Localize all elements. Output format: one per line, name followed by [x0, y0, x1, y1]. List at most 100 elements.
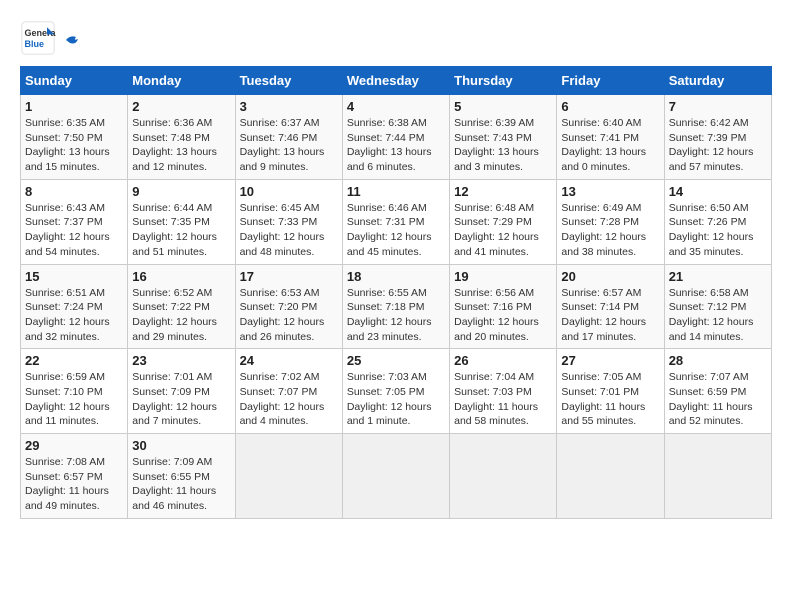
day-number: 28	[669, 353, 767, 368]
day-info: Sunrise: 6:45 AM Sunset: 7:33 PM Dayligh…	[240, 201, 338, 260]
calendar-cell-26: 26Sunrise: 7:04 AM Sunset: 7:03 PM Dayli…	[450, 349, 557, 434]
day-info: Sunrise: 6:44 AM Sunset: 7:35 PM Dayligh…	[132, 201, 230, 260]
column-header-saturday: Saturday	[664, 67, 771, 95]
calendar-cell-7: 7 Sunrise: 6:42 AM Sunset: 7:39 PM Daylig…	[664, 95, 771, 180]
calendar-week-4: 22Sunrise: 6:59 AM Sunset: 7:10 PM Dayli…	[21, 349, 772, 434]
day-number: 29	[25, 438, 123, 453]
day-info: Sunrise: 6:42 AM Sunset: 7:39 PM Dayligh…	[669, 116, 767, 175]
calendar-cell-empty	[450, 434, 557, 519]
calendar-cell-1: 1 Sunrise: 6:35 AM Sunset: 7:50 PM Daylig…	[21, 95, 128, 180]
calendar-cell-4: 4 Sunrise: 6:38 AM Sunset: 7:44 PM Daylig…	[342, 95, 449, 180]
day-info: Sunrise: 6:50 AM Sunset: 7:26 PM Dayligh…	[669, 201, 767, 260]
day-info: Sunrise: 6:48 AM Sunset: 7:29 PM Dayligh…	[454, 201, 552, 260]
calendar-table: SundayMondayTuesdayWednesdayThursdayFrid…	[20, 66, 772, 519]
day-number: 14	[669, 184, 767, 199]
calendar-cell-3: 3Sunrise: 6:37 AM Sunset: 7:46 PM Daylig…	[235, 95, 342, 180]
day-number: 12	[454, 184, 552, 199]
calendar-week-3: 15 Sunrise: 6:51 AM Sunset: 7:24 PM Dayli…	[21, 264, 772, 349]
day-info: Sunrise: 7:04 AM Sunset: 7:03 PM Dayligh…	[454, 370, 552, 429]
day-number: 18	[347, 269, 445, 284]
calendar-cell-16: 16 Sunrise: 6:52 AM Sunset: 7:22 PM Dayli…	[128, 264, 235, 349]
calendar-cell-5: 5 Sunrise: 6:39 AM Sunset: 7:43 PM Daylig…	[450, 95, 557, 180]
page-header: General Blue	[20, 20, 772, 56]
day-number: 6	[561, 99, 659, 114]
calendar-cell-20: 20 Sunrise: 6:57 AM Sunset: 7:14 PM Dayli…	[557, 264, 664, 349]
day-number: 27	[561, 353, 659, 368]
svg-text:Blue: Blue	[25, 39, 45, 49]
day-info: Sunrise: 7:05 AM Sunset: 7:01 PM Dayligh…	[561, 370, 659, 429]
day-info: Sunrise: 6:58 AM Sunset: 7:12 PM Dayligh…	[669, 286, 767, 345]
day-info: Sunrise: 7:08 AM Sunset: 6:57 PM Dayligh…	[25, 455, 123, 514]
day-number: 30	[132, 438, 230, 453]
logo-icon: General Blue	[20, 20, 56, 56]
day-number: 5	[454, 99, 552, 114]
calendar-cell-8: 8 Sunrise: 6:43 AM Sunset: 7:37 PM Daylig…	[21, 179, 128, 264]
calendar-cell-21: 21 Sunrise: 6:58 AM Sunset: 7:12 PM Dayli…	[664, 264, 771, 349]
day-info: Sunrise: 6:40 AM Sunset: 7:41 PM Dayligh…	[561, 116, 659, 175]
calendar-cell-empty	[342, 434, 449, 519]
calendar-cell-25: 25Sunrise: 7:03 AM Sunset: 7:05 PM Dayli…	[342, 349, 449, 434]
day-number: 21	[669, 269, 767, 284]
day-info: Sunrise: 6:39 AM Sunset: 7:43 PM Dayligh…	[454, 116, 552, 175]
calendar-cell-9: 9 Sunrise: 6:44 AM Sunset: 7:35 PM Daylig…	[128, 179, 235, 264]
calendar-cell-empty	[557, 434, 664, 519]
day-number: 10	[240, 184, 338, 199]
day-number: 17	[240, 269, 338, 284]
day-info: Sunrise: 7:09 AM Sunset: 6:55 PM Dayligh…	[132, 455, 230, 514]
column-header-monday: Monday	[128, 67, 235, 95]
day-info: Sunrise: 6:59 AM Sunset: 7:10 PM Dayligh…	[25, 370, 123, 429]
column-header-thursday: Thursday	[450, 67, 557, 95]
calendar-cell-28: 28 Sunrise: 7:07 AM Sunset: 6:59 PM Dayli…	[664, 349, 771, 434]
day-number: 15	[25, 269, 123, 284]
column-header-friday: Friday	[557, 67, 664, 95]
day-number: 9	[132, 184, 230, 199]
day-number: 19	[454, 269, 552, 284]
day-info: Sunrise: 7:02 AM Sunset: 7:07 PM Dayligh…	[240, 370, 338, 429]
calendar-cell-22: 22Sunrise: 6:59 AM Sunset: 7:10 PM Dayli…	[21, 349, 128, 434]
day-info: Sunrise: 6:49 AM Sunset: 7:28 PM Dayligh…	[561, 201, 659, 260]
day-number: 7	[669, 99, 767, 114]
calendar-cell-2: 2 Sunrise: 6:36 AM Sunset: 7:48 PM Daylig…	[128, 95, 235, 180]
calendar-cell-27: 27 Sunrise: 7:05 AM Sunset: 7:01 PM Dayli…	[557, 349, 664, 434]
day-info: Sunrise: 6:38 AM Sunset: 7:44 PM Dayligh…	[347, 116, 445, 175]
calendar-cell-17: 17 Sunrise: 6:53 AM Sunset: 7:20 PM Dayli…	[235, 264, 342, 349]
calendar-header-row: SundayMondayTuesdayWednesdayThursdayFrid…	[21, 67, 772, 95]
calendar-cell-11: 11 Sunrise: 6:46 AM Sunset: 7:31 PM Dayli…	[342, 179, 449, 264]
calendar-cell-10: 10 Sunrise: 6:45 AM Sunset: 7:33 PM Dayli…	[235, 179, 342, 264]
logo: General Blue	[20, 20, 82, 56]
day-number: 16	[132, 269, 230, 284]
day-info: Sunrise: 6:55 AM Sunset: 7:18 PM Dayligh…	[347, 286, 445, 345]
day-number: 24	[240, 353, 338, 368]
column-header-wednesday: Wednesday	[342, 67, 449, 95]
day-info: Sunrise: 6:43 AM Sunset: 7:37 PM Dayligh…	[25, 201, 123, 260]
column-header-sunday: Sunday	[21, 67, 128, 95]
day-number: 1	[25, 99, 123, 114]
calendar-cell-12: 12 Sunrise: 6:48 AM Sunset: 7:29 PM Dayli…	[450, 179, 557, 264]
day-info: Sunrise: 7:07 AM Sunset: 6:59 PM Dayligh…	[669, 370, 767, 429]
calendar-cell-23: 23Sunrise: 7:01 AM Sunset: 7:09 PM Dayli…	[128, 349, 235, 434]
day-number: 2	[132, 99, 230, 114]
calendar-cell-empty	[235, 434, 342, 519]
day-number: 4	[347, 99, 445, 114]
calendar-week-2: 8 Sunrise: 6:43 AM Sunset: 7:37 PM Daylig…	[21, 179, 772, 264]
day-info: Sunrise: 6:53 AM Sunset: 7:20 PM Dayligh…	[240, 286, 338, 345]
day-number: 25	[347, 353, 445, 368]
column-header-tuesday: Tuesday	[235, 67, 342, 95]
day-number: 11	[347, 184, 445, 199]
day-info: Sunrise: 6:46 AM Sunset: 7:31 PM Dayligh…	[347, 201, 445, 260]
day-number: 13	[561, 184, 659, 199]
day-info: Sunrise: 6:36 AM Sunset: 7:48 PM Dayligh…	[132, 116, 230, 175]
logo-bird-icon	[64, 33, 82, 47]
day-number: 8	[25, 184, 123, 199]
day-info: Sunrise: 6:52 AM Sunset: 7:22 PM Dayligh…	[132, 286, 230, 345]
calendar-cell-19: 19Sunrise: 6:56 AM Sunset: 7:16 PM Dayli…	[450, 264, 557, 349]
day-info: Sunrise: 6:57 AM Sunset: 7:14 PM Dayligh…	[561, 286, 659, 345]
day-info: Sunrise: 6:51 AM Sunset: 7:24 PM Dayligh…	[25, 286, 123, 345]
calendar-cell-29: 29 Sunrise: 7:08 AM Sunset: 6:57 PM Dayli…	[21, 434, 128, 519]
day-number: 20	[561, 269, 659, 284]
day-info: Sunrise: 6:35 AM Sunset: 7:50 PM Dayligh…	[25, 116, 123, 175]
calendar-cell-14: 14 Sunrise: 6:50 AM Sunset: 7:26 PM Dayli…	[664, 179, 771, 264]
day-info: Sunrise: 7:01 AM Sunset: 7:09 PM Dayligh…	[132, 370, 230, 429]
calendar-cell-18: 18 Sunrise: 6:55 AM Sunset: 7:18 PM Dayli…	[342, 264, 449, 349]
calendar-week-5: 29 Sunrise: 7:08 AM Sunset: 6:57 PM Dayli…	[21, 434, 772, 519]
